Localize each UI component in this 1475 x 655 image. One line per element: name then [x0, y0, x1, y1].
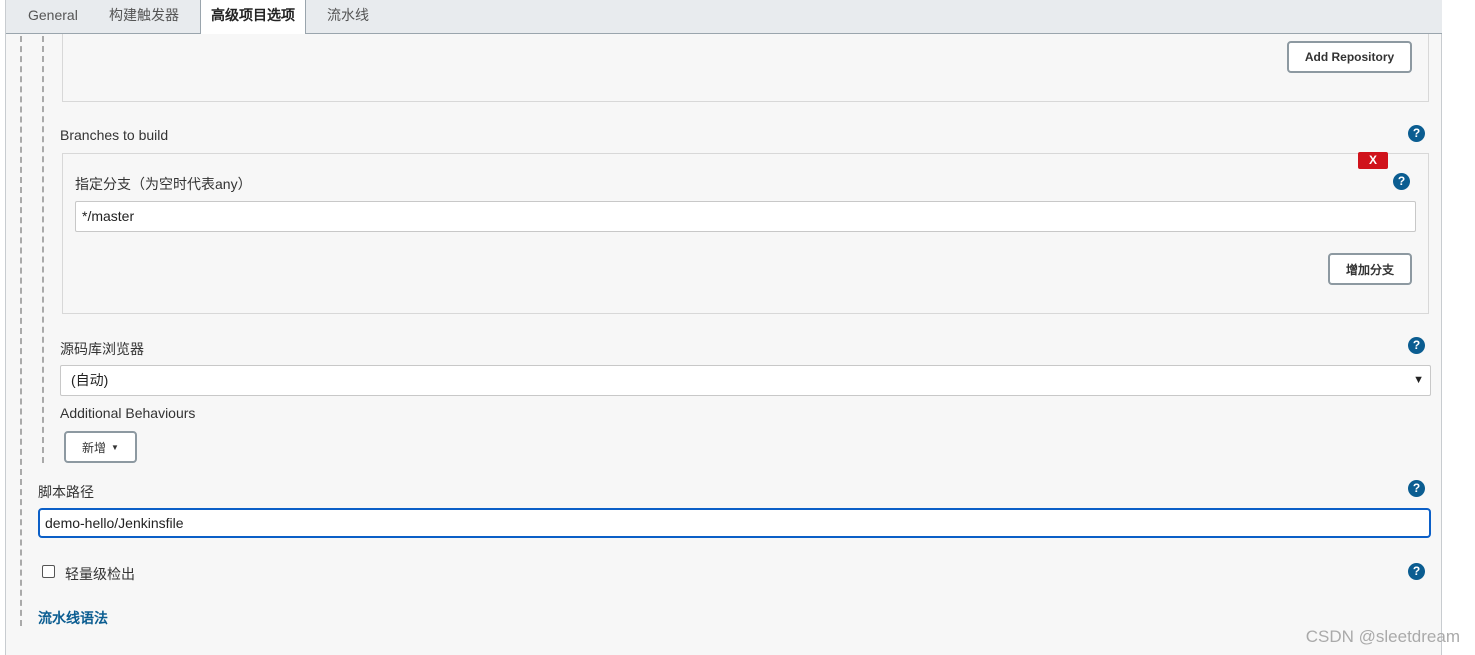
caret-down-icon: ▼ — [111, 442, 119, 452]
branch-specifier-label: 指定分支（为空时代表any） — [75, 176, 252, 192]
help-icon[interactable]: ? — [1408, 337, 1425, 354]
add-behaviour-button[interactable]: 新增 ▼ — [64, 431, 137, 463]
add-repository-button[interactable]: Add Repository — [1287, 41, 1412, 73]
tab-general[interactable]: General — [24, 0, 82, 34]
watermark: CSDN @sleetdream — [1305, 627, 1460, 646]
help-icon[interactable]: ? — [1408, 563, 1425, 580]
script-path-title: 脚本路径 — [38, 484, 94, 500]
tab-advanced-options[interactable]: 高级项目选项 — [200, 0, 306, 35]
pipeline-syntax-link[interactable]: 流水线语法 — [38, 608, 108, 628]
branches-title: Branches to build — [60, 127, 169, 143]
help-icon[interactable]: ? — [1408, 125, 1425, 142]
branch-box — [62, 153, 1429, 314]
script-path-input[interactable]: demo-hello/Jenkinsfile — [38, 508, 1431, 538]
repository-browser-title: 源码库浏览器 — [60, 341, 144, 357]
lightweight-checkout-label: 轻量级检出 — [65, 566, 135, 582]
tab-build-triggers[interactable]: 构建触发器 — [105, 0, 183, 34]
lightweight-checkbox[interactable] — [42, 565, 55, 578]
add-branch-button[interactable]: 增加分支 — [1328, 253, 1412, 285]
subsection-divider — [42, 36, 44, 463]
chevron-down-icon: ▼ — [1413, 374, 1424, 386]
tab-bar: General 构建触发器 高级项目选项 流水线 — [6, 0, 1442, 35]
delete-branch-button[interactable]: X — [1358, 152, 1388, 169]
help-icon[interactable]: ? — [1393, 173, 1410, 190]
tab-pipeline[interactable]: 流水线 — [323, 0, 373, 34]
branch-specifier-input[interactable]: */master — [75, 201, 1416, 232]
add-behaviour-label: 新增 — [82, 440, 107, 455]
selected-option: (自动) — [71, 372, 109, 388]
repository-browser-select[interactable]: (自动) ▼ — [60, 365, 1431, 396]
help-icon[interactable]: ? — [1408, 480, 1425, 497]
additional-behaviours-title: Additional Behaviours — [60, 405, 196, 421]
section-divider — [20, 36, 22, 626]
repository-box — [62, 34, 1429, 102]
